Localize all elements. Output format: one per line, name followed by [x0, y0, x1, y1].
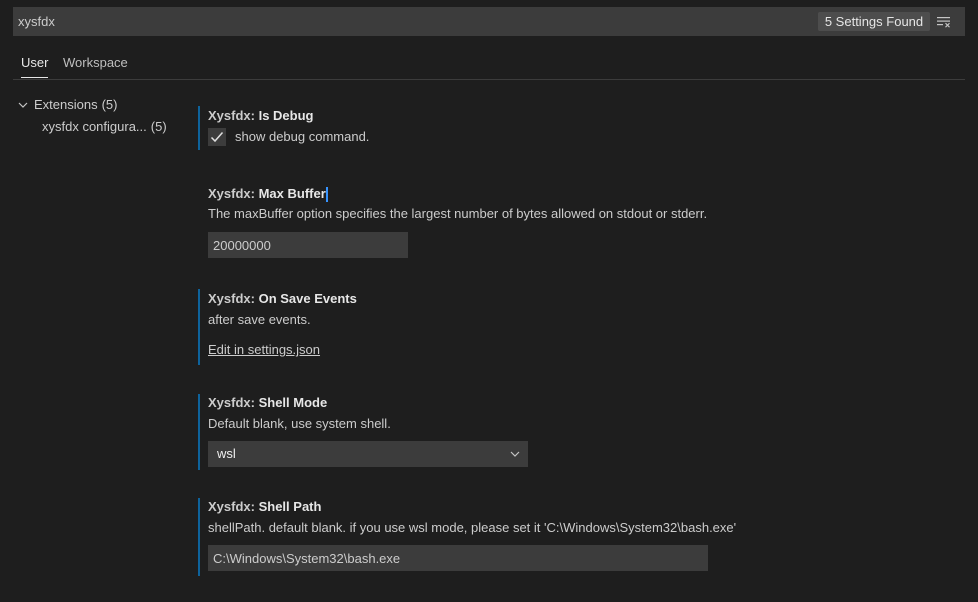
settings-editor: 5 Settings Found User Workspace Extensio…: [0, 0, 978, 602]
setting-category: Xysfdx:: [208, 291, 255, 306]
tab-user[interactable]: User: [21, 48, 49, 79]
tab-workspace[interactable]: Workspace: [63, 48, 128, 79]
modified-indicator: [198, 498, 200, 576]
setting-category: Xysfdx:: [208, 186, 255, 201]
setting-name: On Save Events: [258, 291, 357, 306]
setting-name: Max Buffer: [258, 186, 326, 201]
is-debug-checkbox[interactable]: [208, 128, 226, 146]
results-count-badge: 5 Settings Found: [818, 12, 930, 31]
setting-description: The maxBuffer option specifies the large…: [208, 206, 708, 221]
checkmark-icon: [210, 132, 224, 143]
settings-search-bar: 5 Settings Found: [13, 7, 965, 36]
toc-item-count: (5): [150, 119, 167, 134]
setting-name: Shell Mode: [258, 395, 328, 410]
shell-mode-selected-value: wsl: [217, 446, 236, 461]
toc-item-extensions[interactable]: Extensions (5): [13, 94, 117, 116]
setting-title: Xysfdx: Shell Path: [208, 498, 321, 516]
setting-category: Xysfdx:: [208, 395, 255, 410]
shell-path-input[interactable]: [208, 545, 708, 571]
clear-filter-icon[interactable]: [934, 12, 954, 31]
setting-description: after save events.: [208, 312, 311, 327]
setting-category: Xysfdx:: [208, 499, 255, 514]
toc-item-label: xysfdx configura...: [42, 119, 147, 134]
setting-title: Xysfdx: Shell Mode: [208, 394, 327, 412]
max-buffer-input[interactable]: [208, 232, 408, 258]
setting-description: shellPath. default blank. if you use wsl…: [208, 520, 737, 535]
setting-title: Xysfdx: On Save Events: [208, 290, 357, 308]
toc-item-xysfdx-configuration[interactable]: xysfdx configura... (5): [42, 116, 167, 138]
toc-item-label: Extensions: [34, 97, 98, 112]
setting-category: Xysfdx:: [208, 108, 255, 123]
setting-shell-path: Xysfdx: Shell Path shellPath. default bl…: [198, 498, 898, 576]
toc-item-count: (5): [101, 97, 118, 112]
settings-search-input[interactable]: [13, 7, 793, 36]
setting-name: Shell Path: [258, 499, 322, 514]
setting-description: Default blank, use system shell.: [208, 416, 391, 431]
setting-is-debug: Xysfdx: Is Debug show debug command.: [198, 106, 898, 150]
edit-in-settings-json-link[interactable]: Edit in settings.json: [208, 342, 320, 357]
setting-title: Xysfdx: Max Buffer: [208, 185, 328, 203]
setting-name: Is Debug: [258, 108, 314, 123]
text-cursor: [325, 187, 328, 203]
shell-mode-select[interactable]: wsl: [208, 441, 528, 467]
modified-indicator: [198, 289, 200, 365]
tabs-divider: [13, 79, 965, 80]
setting-max-buffer: Xysfdx: Max Buffer The maxBuffer option …: [198, 184, 898, 262]
chevron-down-icon: [18, 102, 28, 108]
setting-shell-mode: Xysfdx: Shell Mode Default blank, use sy…: [198, 394, 898, 470]
modified-indicator: [198, 106, 200, 150]
setting-title: Xysfdx: Is Debug: [208, 107, 314, 125]
chevron-down-icon: [510, 451, 520, 457]
modified-indicator: [198, 394, 200, 470]
setting-on-save-events: Xysfdx: On Save Events after save events…: [198, 289, 898, 365]
is-debug-label: show debug command.: [235, 129, 370, 144]
